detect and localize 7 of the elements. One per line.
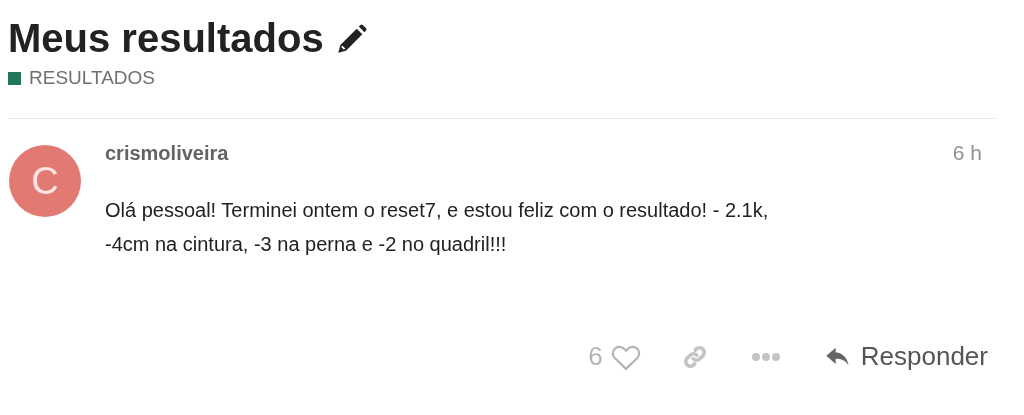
category-link[interactable]: RESULTADOS [29,67,155,89]
post-time: 6 h [952,141,982,165]
username-link[interactable]: crismoliveira [105,142,229,165]
topic-title: Meus resultados [8,15,324,61]
reply-button[interactable]: Responder [822,341,988,372]
post-text: Olá pessoal! Terminei ontem o reset7, e estou feliz com o resultado! - 2.1k, -4cm na cintura, -3 na perna e -2 no quadril!!! [105,198,770,257]
more-icon[interactable] [750,351,781,362]
